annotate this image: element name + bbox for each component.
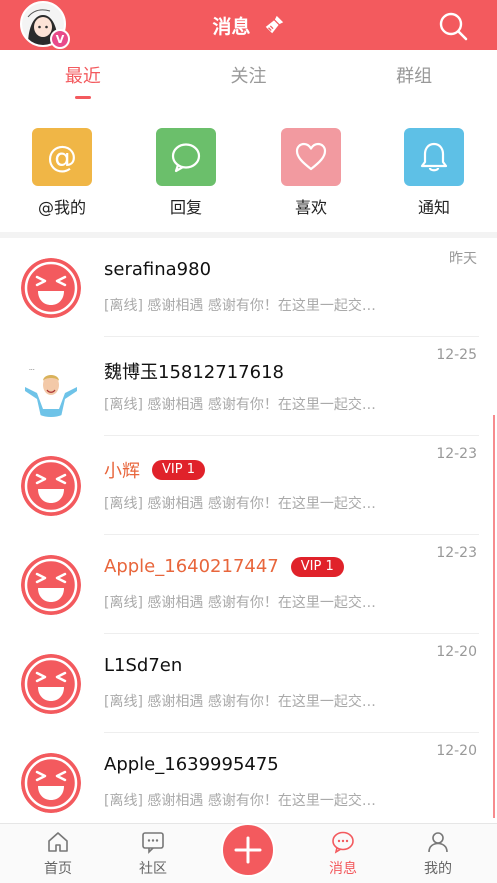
add-post-button[interactable] [221,823,275,877]
message-row[interactable]: serafina980 昨天 [离线] 感谢相遇 感谢有你！在这里一起交… [0,238,497,337]
app-header: V 消息 [0,0,497,50]
laughing-face-avatar [21,456,81,516]
nav-community[interactable]: 社区 [118,830,188,878]
nav-label: 社区 [139,861,167,877]
message-time: 12-23 [436,446,477,462]
quick-action-replies[interactable]: 回复 [146,128,226,218]
message-row[interactable]: 小辉 VIP 1 12-23 [离线] 感谢相遇 感谢有你！在这里一起交… [0,436,497,535]
message-preview: [离线] 感谢相遇 感谢有你！在这里一起交… [104,694,376,710]
vip-level-badge: VIP 1 [152,460,205,480]
message-row[interactable]: L1Sd7en 12-20 [离线] 感谢相遇 感谢有你！在这里一起交… [0,634,497,733]
contact-photo-avatar: ... [21,357,81,417]
contact-name: 小辉 VIP 1 [104,457,205,483]
nav-messages[interactable]: 消息 [308,830,378,878]
bell-icon [404,128,464,186]
message-list: serafina980 昨天 [离线] 感谢相遇 感谢有你！在这里一起交… ..… [0,238,497,823]
list-scrollbar[interactable] [493,415,495,818]
contact-name: serafina980 [104,259,212,280]
tab-label: 最近 [64,66,101,87]
heart-icon [281,128,341,186]
active-tab-indicator [74,96,91,99]
nav-label: 消息 [329,861,357,877]
nav-label: 首页 [44,861,72,877]
svg-text:...: ... [29,365,35,372]
message-preview: [离线] 感谢相遇 感谢有你！在这里一起交… [104,595,376,611]
message-row[interactable]: Apple_1639995475 12-20 [离线] 感谢相遇 感谢有你！在这… [0,733,497,823]
quick-action-notifications[interactable]: 通知 [394,128,474,218]
home-icon [23,830,93,854]
quick-action-label: 回复 [169,198,202,217]
laughing-face-avatar [21,258,81,318]
page-title: 消息 [212,15,251,38]
contact-name: Apple_1639995475 [104,754,279,775]
contact-name: 魏博玉15812717618 [104,362,284,383]
tab-label: 群组 [396,66,433,87]
vip-level-badge: VIP 1 [290,556,344,577]
message-icon [308,830,378,854]
search-icon[interactable] [437,10,469,42]
at-icon: @ [32,128,92,186]
community-icon [118,830,188,854]
message-preview: [离线] 感谢相遇 感谢有你！在这里一起交… [104,298,376,314]
message-time: 12-20 [436,743,477,759]
message-time: 12-23 [436,545,477,561]
message-preview: [离线] 感谢相遇 感谢有你！在这里一起交… [104,496,376,512]
laughing-face-avatar [21,654,81,714]
message-row[interactable]: ... 魏博玉15812717618 12-25 [离线] 感谢相遇 感谢有你！… [0,337,497,436]
contact-name: Apple_1640217447 VIP 1 [104,556,344,577]
contact-name: L1Sd7en [104,655,183,676]
message-time: 12-25 [436,347,477,363]
tab-recent[interactable]: 最近 [0,50,166,102]
nav-label: 我的 [424,861,452,877]
quick-action-label: 通知 [417,198,450,217]
quick-action-mentions[interactable]: @ @我的 [22,128,102,218]
message-row[interactable]: Apple_1640217447 VIP 1 12-23 [离线] 感谢相遇 感… [0,535,497,634]
laughing-face-avatar [21,555,81,615]
laughing-face-avatar [21,753,81,813]
tab-label: 关注 [230,66,267,87]
quick-action-label: 喜欢 [294,198,327,217]
quick-action-label: @我的 [37,198,86,217]
message-time: 12-20 [436,644,477,660]
clear-broom-icon[interactable] [263,14,285,36]
quick-action-likes[interactable]: 喜欢 [271,128,351,218]
tab-groups[interactable]: 群组 [331,50,497,102]
message-time: 昨天 [449,251,477,267]
message-tabs: 最近 关注 群组 [0,50,497,102]
nav-profile[interactable]: 我的 [403,830,473,878]
profile-icon [403,830,473,854]
tab-following[interactable]: 关注 [166,50,332,102]
message-preview: [离线] 感谢相遇 感谢有你！在这里一起交… [104,793,376,809]
header-title-wrap: 消息 [0,0,497,50]
quick-actions: @ @我的 回复 喜欢 通知 [0,128,497,220]
nav-home[interactable]: 首页 [23,830,93,878]
chat-bubble-icon [156,128,216,186]
message-preview: [离线] 感谢相遇 感谢有你！在这里一起交… [104,397,376,413]
plus-icon [234,836,262,864]
